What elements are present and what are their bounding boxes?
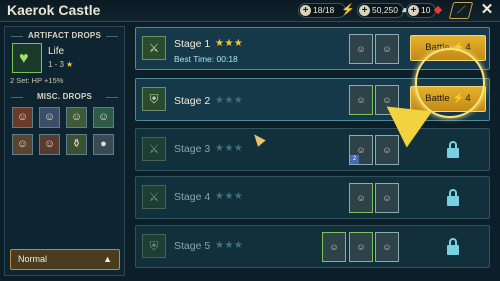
stage-row: ⚔ Stage 3 ★★★ ☺ 2 ☺ <box>135 128 490 171</box>
lock-icon <box>447 141 459 158</box>
stage-name: Stage 5 <box>174 240 211 252</box>
artifact-range: 1 - 3 ★ <box>48 60 73 69</box>
stage-name: Stage 1 <box>174 38 211 50</box>
set-bonus: 2 Set: HP +15% <box>10 76 64 85</box>
chevron-up-icon: ▲ <box>103 254 112 264</box>
stage-thumbnail: ⛨ <box>142 87 166 111</box>
stage-thumbnail: ⚔ <box>142 185 166 209</box>
difficulty-value: Normal <box>18 254 48 264</box>
heart-icon: ♥ <box>19 50 29 67</box>
champion-drop-icon[interactable]: ☺ <box>66 107 87 128</box>
champion-drop-icon[interactable]: ☺ <box>12 134 33 155</box>
close-icon[interactable]: ✕ <box>478 0 496 20</box>
difficulty-select[interactable]: Normal ▲ <box>10 249 120 270</box>
stage-stars: ★★★ <box>215 240 244 251</box>
gems-counter[interactable]: + 10 ◆ <box>406 3 442 18</box>
plus-icon[interactable]: + <box>359 5 370 16</box>
stage-thumbnail: ⛨ <box>142 234 166 258</box>
champion-drop-icon[interactable]: ☺ <box>39 134 60 155</box>
lock-icon <box>447 189 459 206</box>
enemy-portrait: ☺ <box>349 232 373 262</box>
stage-name: Stage 4 <box>174 191 211 203</box>
stage-thumbnail: ⚔ <box>142 36 166 60</box>
stage-name: Stage 3 <box>174 143 211 155</box>
star-icon: ★ <box>66 60 74 69</box>
enemy-portrait: ☺ <box>349 85 373 115</box>
best-time: Best Time: 00:18 <box>174 54 238 64</box>
lock-icon <box>447 238 459 255</box>
artifact-range-text: 1 - 3 <box>48 60 65 69</box>
silver-coin-icon[interactable]: ● <box>93 134 114 155</box>
enemy-portrait: ☺ <box>349 183 373 213</box>
gems-value: 10 <box>421 5 431 15</box>
artifact-set-icon[interactable]: ♥ <box>12 43 42 73</box>
enemy-portrait: ☺ <box>375 34 399 64</box>
enemy-portrait: ☺ <box>349 34 373 64</box>
index-book-icon[interactable]: ⟋ <box>448 2 474 19</box>
enemy-portrait: ☺ <box>322 232 346 262</box>
silver-counter[interactable]: + 50,250 ▰ <box>357 3 410 18</box>
stage-row: ⚔ Stage 4 ★★★ ☺ ☺ <box>135 176 490 219</box>
enemy-portrait: ☺ <box>375 232 399 262</box>
artifact-name: Life <box>48 46 65 57</box>
stage-row: ⛨ Stage 5 ★★★ ☺ ☺ ☺ <box>135 225 490 268</box>
ruby-icon: ◆ <box>433 4 443 16</box>
energy-counter[interactable]: + 18/18 ⚡ <box>298 3 355 18</box>
stage-stars: ★★★ <box>215 38 244 49</box>
champion-drop-icon[interactable]: ☺ <box>39 107 60 128</box>
stage-stars: ★★★ <box>215 191 244 202</box>
lightning-icon: ⚡ <box>341 4 355 16</box>
plus-icon[interactable]: + <box>408 5 419 16</box>
stage-stars: ★★★ <box>215 143 244 154</box>
silver-value: 50,250 <box>372 5 398 15</box>
stage-name: Stage 2 <box>174 95 211 107</box>
enemy-portrait: ☺ 2 <box>349 135 373 165</box>
level-badge: 2 <box>350 155 359 164</box>
artifact-drops-heading: ARTIFACT DROPS <box>5 30 124 42</box>
plus-icon[interactable]: + <box>300 5 311 16</box>
stage-stars: ★★★ <box>215 95 244 106</box>
page-title: Kaerok Castle <box>7 2 101 18</box>
misc-drops-heading: MISC. DROPS <box>5 91 124 103</box>
enemy-portrait: ☺ <box>375 183 399 213</box>
champion-drop-icon[interactable]: ☺ <box>12 107 33 128</box>
stage-thumbnail: ⚔ <box>142 137 166 161</box>
champion-drop-icon[interactable]: ☺ <box>93 107 114 128</box>
drops-panel: ARTIFACT DROPS ♥ Life 1 - 3 ★ 2 Set: HP +… <box>4 26 125 276</box>
energy-value: 18/18 <box>313 5 335 15</box>
top-bar: Kaerok Castle + 18/18 ⚡ + 50,250 ▰ + 10 … <box>0 0 500 22</box>
potion-icon[interactable]: ⚱ <box>66 134 87 155</box>
